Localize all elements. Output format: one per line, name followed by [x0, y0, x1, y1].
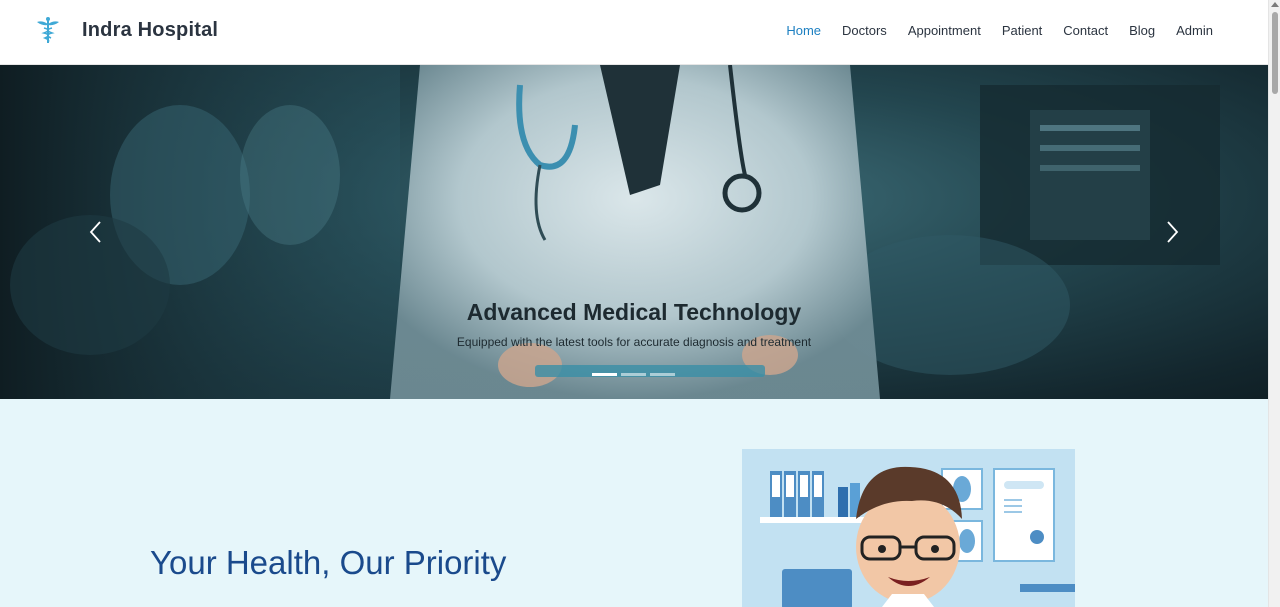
hero-carousel: Advanced Medical Technology Equipped wit… [0, 65, 1268, 399]
chevron-left-icon [89, 221, 101, 243]
nav-contact[interactable]: Contact [1063, 23, 1108, 38]
carousel-indicator-3[interactable] [650, 373, 675, 376]
doctor-illustration [742, 449, 1075, 607]
chevron-right-icon [1167, 221, 1179, 243]
nav-doctors[interactable]: Doctors [842, 23, 887, 38]
scrollbar-thumb[interactable] [1272, 12, 1278, 94]
nav-home[interactable]: Home [786, 23, 821, 38]
carousel-indicator-2[interactable] [621, 373, 646, 376]
carousel-indicators [592, 373, 675, 376]
main-nav: Home Doctors Appointment Patient Contact… [765, 23, 1213, 38]
scroll-up-icon[interactable] [1271, 2, 1279, 7]
brand[interactable]: Indra Hospital [35, 16, 218, 44]
navbar: Indra Hospital Home Doctors Appointment … [0, 0, 1268, 65]
brand-name: Indra Hospital [82, 18, 219, 41]
nav-admin[interactable]: Admin [1176, 23, 1213, 38]
carousel-next-button[interactable] [1157, 217, 1187, 247]
carousel-caption-title: Advanced Medical Technology [466, 299, 802, 325]
nav-appointment[interactable]: Appointment [908, 23, 981, 38]
intro-title: Your Health, Our Priority [150, 544, 507, 581]
carousel-prev-button[interactable] [82, 217, 112, 247]
page-scrollbar[interactable] [1268, 0, 1280, 607]
carousel-caption-text: Equipped with the latest tools for accur… [456, 335, 812, 349]
nav-blog[interactable]: Blog [1129, 23, 1155, 38]
caduceus-icon [37, 17, 59, 43]
carousel-indicator-1[interactable] [592, 373, 617, 376]
nav-patient[interactable]: Patient [1002, 23, 1042, 38]
